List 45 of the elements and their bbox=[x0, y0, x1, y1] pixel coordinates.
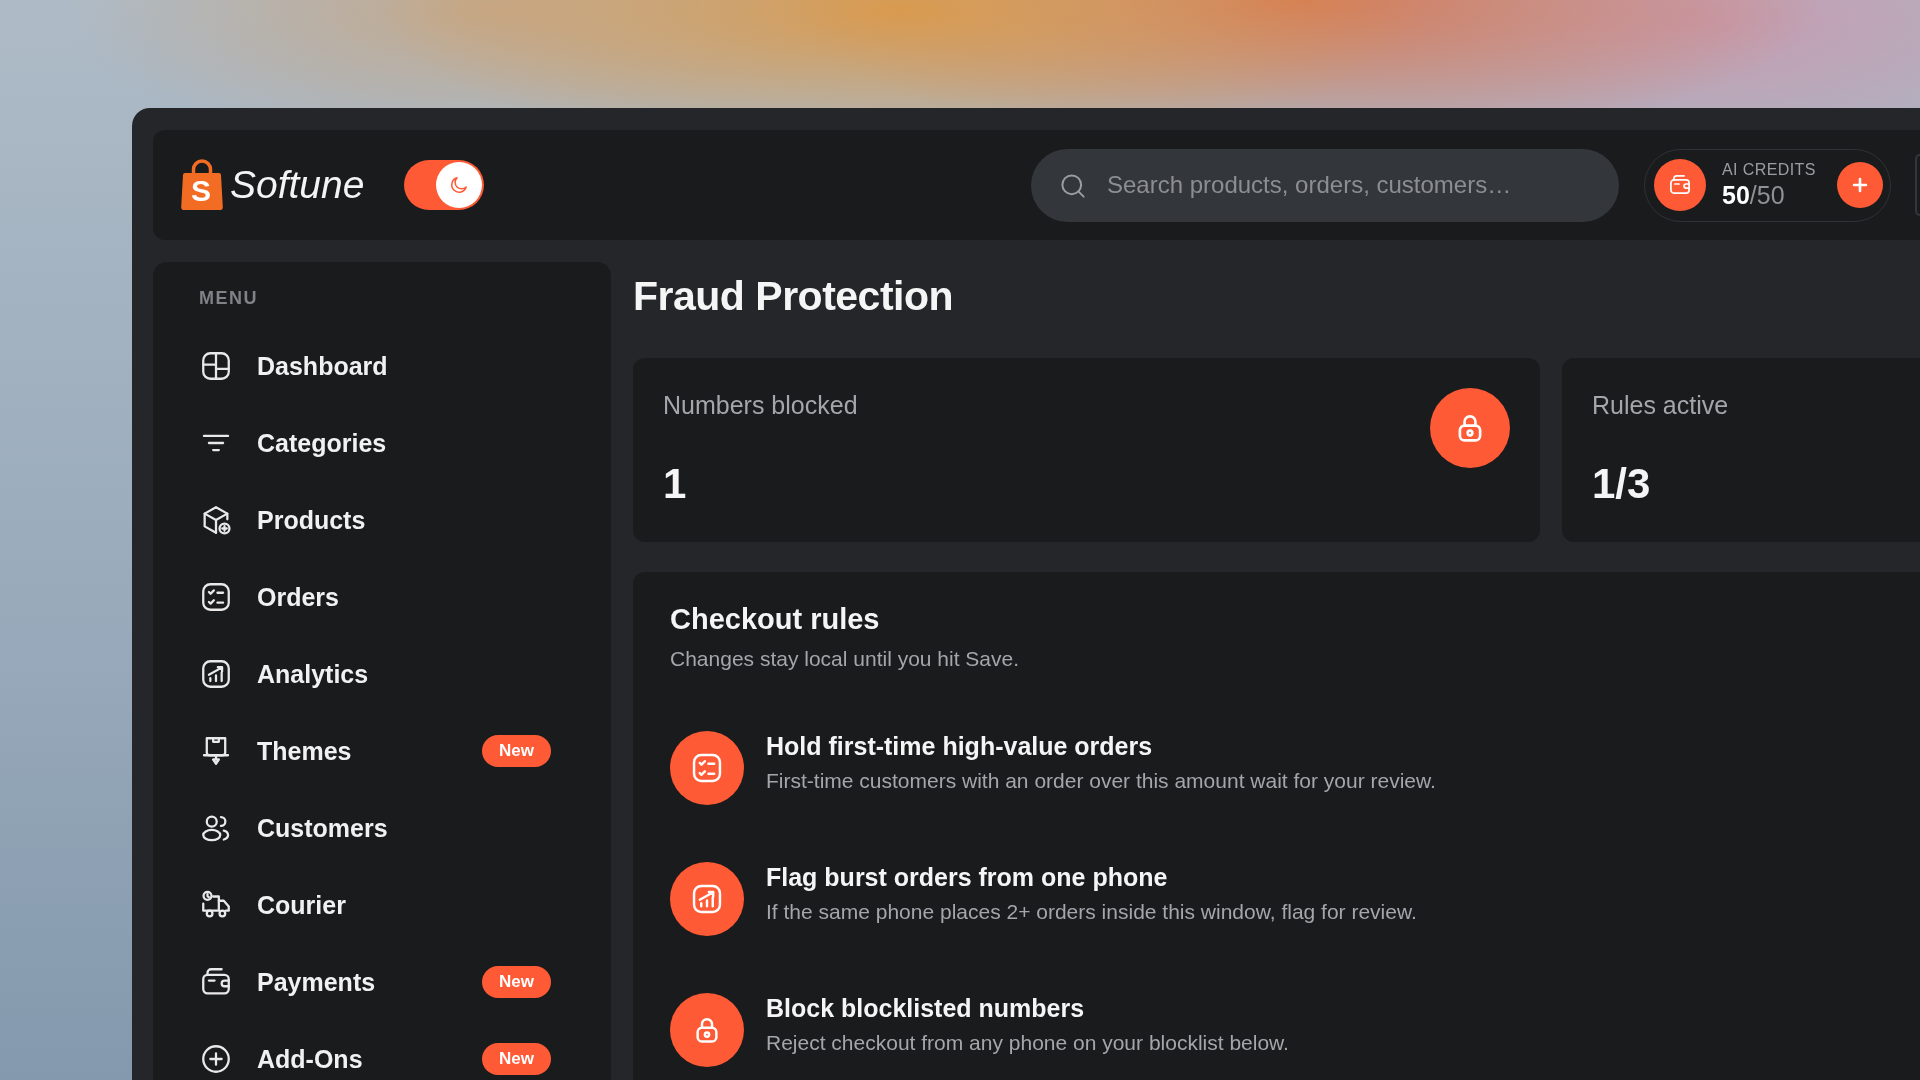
section-title: Checkout rules bbox=[670, 602, 880, 637]
search-field[interactable]: Search products, orders, customers… bbox=[1031, 148, 1619, 222]
rule-title: Block blocklisted numbers bbox=[766, 993, 1085, 1023]
plus-circle-icon bbox=[199, 1042, 233, 1076]
shopping-bag-icon bbox=[180, 159, 224, 211]
credits-count: 50/50 bbox=[1722, 180, 1785, 210]
section-subtitle: Changes stay local until you hit Save. bbox=[670, 646, 1020, 672]
nav-item[interactable]: Products bbox=[181, 500, 569, 540]
rule-title: Hold first-time high-value orders bbox=[766, 731, 1153, 761]
rule-title: Flag burst orders from one phone bbox=[766, 862, 1168, 892]
theme-toggle[interactable] bbox=[404, 160, 485, 210]
nav-item[interactable]: Dashboard bbox=[181, 346, 569, 386]
stat-value: 1/3 bbox=[1592, 459, 1651, 509]
chart-icon bbox=[670, 862, 744, 936]
layout-icon bbox=[199, 349, 233, 383]
rule-description: Reject checkout from any phone on your blocklist below. bbox=[766, 1030, 1289, 1056]
menu-heading: MENU bbox=[199, 288, 258, 308]
credits-label: AI CREDITS bbox=[1722, 160, 1816, 180]
nav-item[interactable]: Categories bbox=[181, 423, 569, 463]
chart-icon bbox=[199, 657, 233, 691]
new-badge: New bbox=[482, 1043, 551, 1075]
nav-item[interactable]: Payments New bbox=[181, 962, 569, 1002]
lock-icon bbox=[670, 993, 744, 1067]
new-badge: New bbox=[482, 966, 551, 998]
nav-item[interactable]: Themes New bbox=[181, 731, 569, 771]
stat-label: Rules active bbox=[1592, 390, 1729, 421]
checklist-icon bbox=[199, 580, 233, 614]
page-title: Fraud Protection bbox=[633, 272, 954, 321]
checklist-icon bbox=[670, 731, 744, 805]
rule-description: If the same phone places 2+ orders inside this window, flag for review. bbox=[766, 899, 1417, 925]
add-credits-button[interactable] bbox=[1837, 162, 1883, 208]
nav-item[interactable]: Customers bbox=[181, 808, 569, 848]
logo-mark-letter: S bbox=[191, 176, 211, 206]
stat-value: 1 bbox=[663, 459, 687, 509]
nav-item[interactable]: Analytics bbox=[181, 654, 569, 694]
stat-label: Numbers blocked bbox=[663, 390, 858, 421]
nav-item[interactable]: Add-Ons New bbox=[181, 1039, 569, 1079]
moon-icon bbox=[436, 162, 483, 208]
wallet-icon bbox=[1654, 159, 1706, 211]
new-badge: New bbox=[482, 735, 551, 767]
nav-item[interactable]: Courier bbox=[181, 885, 569, 925]
lock-icon bbox=[1430, 388, 1510, 468]
nav-item[interactable]: Orders bbox=[181, 577, 569, 617]
logo-text: Softune bbox=[230, 162, 365, 208]
rule-description: First-time customers with an order over this amount wait for your review. bbox=[766, 768, 1436, 794]
